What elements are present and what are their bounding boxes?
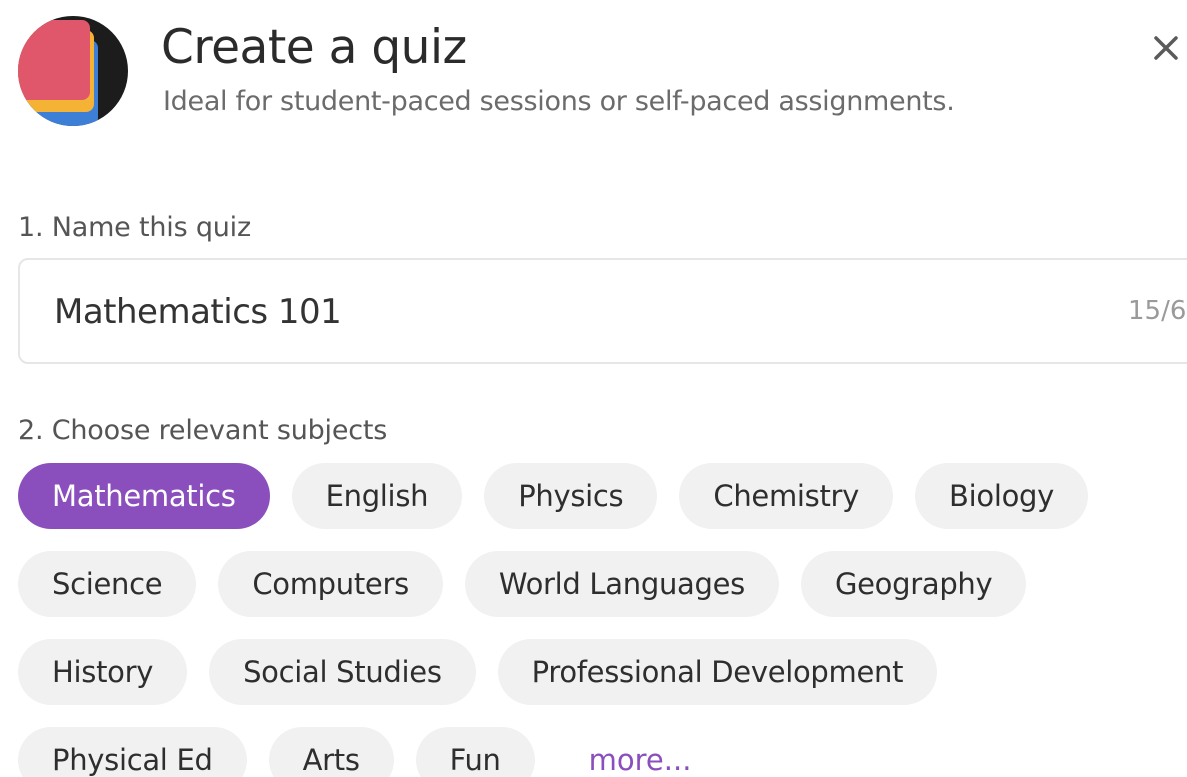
subject-row: Physical Ed Arts Fun more... (18, 727, 1187, 777)
subject-chip-computers[interactable]: Computers (218, 551, 443, 617)
subject-chip-physics[interactable]: Physics (484, 463, 658, 529)
subject-chip-arts[interactable]: Arts (268, 727, 394, 777)
close-icon[interactable] (1148, 30, 1184, 66)
stacked-cards-logo-icon (18, 16, 128, 126)
quiz-name-field[interactable]: 15/64 (18, 258, 1187, 364)
subject-row: History Social Studies Professional Deve… (18, 639, 1187, 705)
subject-chip-biology[interactable]: Biology (915, 463, 1088, 529)
subject-chip-social-studies[interactable]: Social Studies (209, 639, 476, 705)
subject-row: Mathematics English Physics Chemistry Bi… (18, 463, 1187, 529)
dialog-subtitle: Ideal for student-paced sessions or self… (163, 86, 955, 117)
subject-chip-science[interactable]: Science (18, 551, 197, 617)
subject-chip-mathematics[interactable]: Mathematics (18, 463, 270, 529)
character-counter: 15/64 (1128, 296, 1187, 326)
subject-chip-history[interactable]: History (18, 639, 188, 705)
subject-chip-chemistry[interactable]: Chemistry (679, 463, 894, 529)
create-quiz-dialog: Create a quiz Ideal for student-paced se… (0, 0, 1187, 777)
dialog-title: Create a quiz (161, 20, 467, 75)
subject-chip-world-languages[interactable]: World Languages (464, 551, 779, 617)
subjects-label: 2. Choose relevant subjects (18, 415, 388, 446)
quiz-name-label: 1. Name this quiz (18, 212, 251, 243)
quiz-name-input[interactable] (54, 284, 1054, 340)
subject-row: Science Computers World Languages Geogra… (18, 551, 1187, 617)
more-subjects-link[interactable]: more... (557, 743, 692, 777)
subject-chip-physical-ed[interactable]: Physical Ed (18, 727, 247, 777)
subject-chip-list: Mathematics English Physics Chemistry Bi… (18, 463, 1187, 777)
subject-chip-fun[interactable]: Fun (415, 727, 535, 777)
subject-chip-geography[interactable]: Geography (800, 551, 1027, 617)
subject-chip-english[interactable]: English (291, 463, 463, 529)
subject-chip-professional-development[interactable]: Professional Development (497, 639, 938, 705)
